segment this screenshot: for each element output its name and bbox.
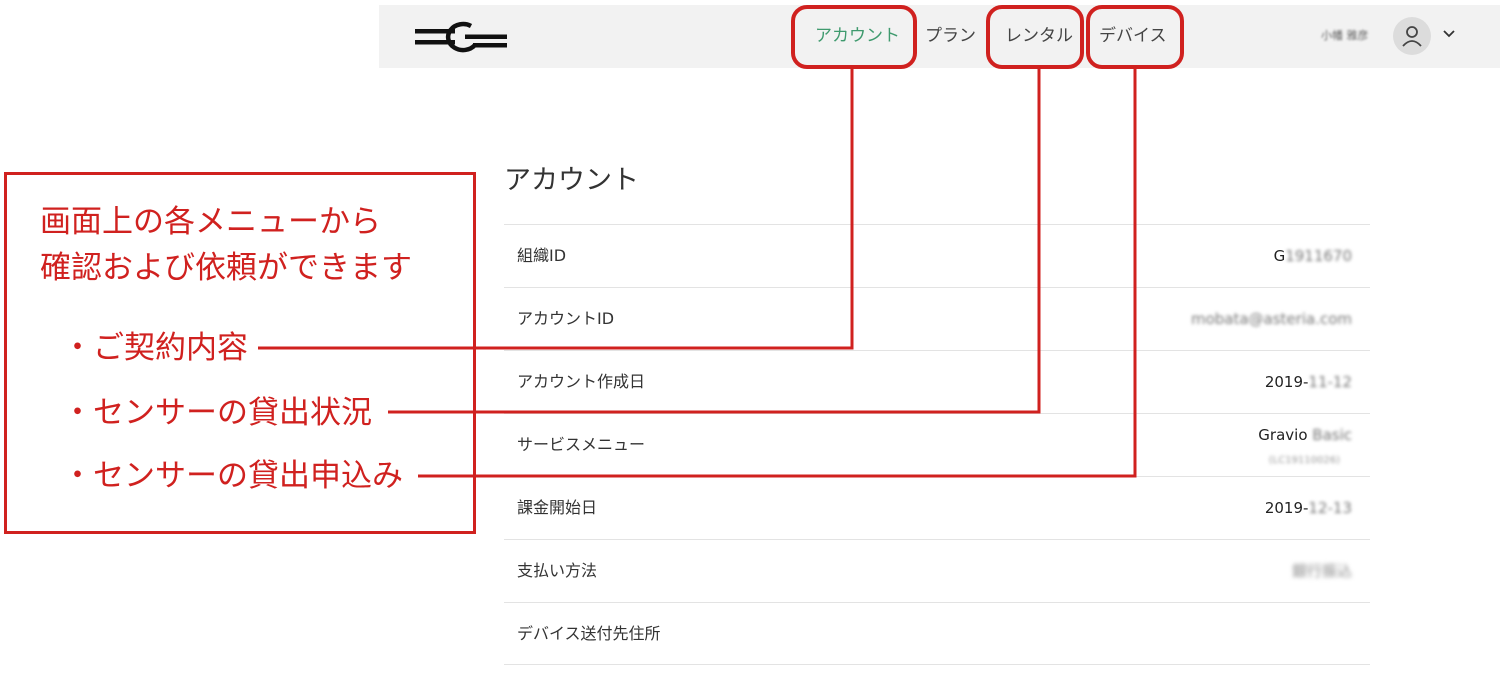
row-label: 支払い方法 [517,561,598,580]
info-row-service-menu: サービスメニュー Gravio Basic (LC19110026) [504,413,1370,476]
info-row-payment-method: 支払い方法 銀行振込 [504,539,1370,602]
user-icon [1402,26,1422,47]
info-row-device-shipping-address: デバイス送付先住所 [504,602,1370,665]
value-obscured: 銀行振込 [1291,562,1352,580]
annotation-heading-line: 確認および依頼ができます [40,250,412,286]
value-obscured: 1911670 [1285,247,1352,265]
info-row-organization-id: 組織ID G1911670 [504,224,1370,287]
user-avatar-button[interactable] [1393,17,1431,55]
row-label: アカウントID [517,309,615,328]
gravio-logo[interactable] [415,19,507,55]
value-visible: Gravio [1258,426,1313,444]
info-row-billing-start-date: 課金開始日 2019-12-13 [504,476,1370,539]
value-obscured: mobata@asteria.com [1190,310,1352,328]
value-obscured: 12-13 [1308,499,1352,517]
row-value: 2019-11-12 [1265,371,1352,393]
row-value: Gravio Basic [1258,424,1352,446]
nav-tab-account[interactable]: アカウント [815,25,900,47]
account-info-table: 組織ID G1911670 アカウントID mobata@asteria.com… [504,224,1370,665]
page-title: アカウント [504,165,639,196]
row-value: 2019-12-13 [1265,497,1352,519]
row-label: 組織ID [517,246,567,265]
value-visible: 2019- [1264,373,1309,391]
row-subvalue: (LC19110026) [1268,455,1340,466]
annotation-heading-line: 画面上の各メニューから [40,204,381,240]
value-obscured: 11-12 [1308,373,1352,391]
row-label: アカウント作成日 [517,372,646,391]
info-row-account-id: アカウントID mobata@asteria.com [504,287,1370,350]
user-name: 小幡 雅彦 [1321,29,1369,42]
value-visible: 2019- [1264,499,1309,517]
top-navigation-bar: アカウント プラン レンタル デバイス 小幡 雅彦 [379,5,1500,68]
annotation-bullet-rental-status: ・センサーの貸出状況 [62,395,372,431]
annotation-bullet-rental-request: ・センサーの貸出申込み [62,458,403,494]
value-visible: G [1273,247,1286,265]
row-label: 課金開始日 [517,498,598,517]
row-label: デバイス送付先住所 [517,624,661,643]
row-value: G1911670 [1274,245,1352,267]
chevron-down-icon[interactable] [1441,25,1457,41]
annotation-bullet-contract: ・ご契約内容 [62,330,248,366]
row-label: サービスメニュー [517,435,646,454]
value-obscured: Basic [1312,426,1352,444]
row-value: mobata@asteria.com [1191,308,1352,330]
nav-tab-rental[interactable]: レンタル [1005,25,1073,47]
nav-tab-device[interactable]: デバイス [1099,25,1167,47]
nav-tab-plan[interactable]: プラン [925,25,976,47]
info-row-account-created-date: アカウント作成日 2019-11-12 [504,350,1370,413]
row-value: 銀行振込 [1292,560,1352,582]
